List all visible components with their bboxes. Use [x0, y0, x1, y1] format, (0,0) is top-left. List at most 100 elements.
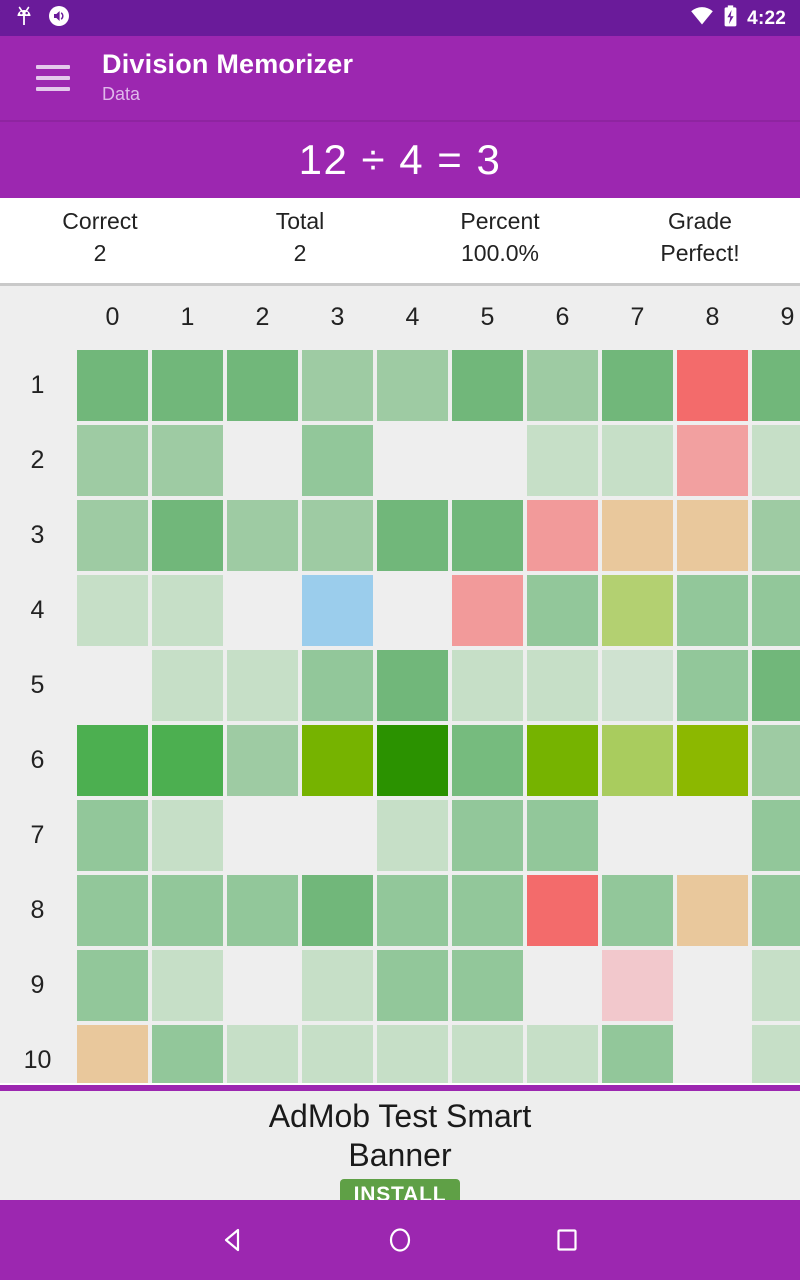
heatmap-cell[interactable]	[75, 873, 150, 948]
heatmap-cell[interactable]	[750, 573, 800, 648]
heatmap-cell[interactable]	[225, 423, 300, 498]
heatmap-cell[interactable]	[375, 798, 450, 873]
heatmap-cell[interactable]	[300, 948, 375, 1023]
heatmap-cell[interactable]	[75, 423, 150, 498]
heatmap-cell[interactable]	[750, 1023, 800, 1083]
heatmap-cell[interactable]	[600, 573, 675, 648]
heatmap-cell[interactable]	[75, 348, 150, 423]
heatmap-cell[interactable]	[675, 423, 750, 498]
heatmap-cell[interactable]	[675, 348, 750, 423]
heatmap-cell[interactable]	[750, 948, 800, 1023]
heatmap-cell[interactable]	[450, 423, 525, 498]
heatmap-cell[interactable]	[300, 573, 375, 648]
heatmap-cell[interactable]	[750, 348, 800, 423]
heatmap-cell[interactable]	[750, 423, 800, 498]
heatmap-cell[interactable]	[750, 798, 800, 873]
heatmap-cell[interactable]	[450, 948, 525, 1023]
heatmap-cell[interactable]	[75, 723, 150, 798]
heatmap-cell[interactable]	[450, 798, 525, 873]
heatmap-cell[interactable]	[750, 648, 800, 723]
heatmap-cell[interactable]	[150, 573, 225, 648]
heatmap-cell[interactable]	[525, 423, 600, 498]
heatmap-cell[interactable]	[375, 648, 450, 723]
heatmap-cell[interactable]	[225, 1023, 300, 1083]
heatmap-cell[interactable]	[675, 648, 750, 723]
heatmap-cell[interactable]	[525, 573, 600, 648]
heatmap-cell[interactable]	[300, 723, 375, 798]
heatmap-cell[interactable]	[750, 873, 800, 948]
heatmap-cell[interactable]	[450, 648, 525, 723]
heatmap-cell[interactable]	[150, 723, 225, 798]
heatmap-cell[interactable]	[375, 423, 450, 498]
heatmap-cell[interactable]	[525, 1023, 600, 1083]
heatmap-cell[interactable]	[675, 1023, 750, 1083]
heatmap-cell[interactable]	[300, 873, 375, 948]
heatmap-cell[interactable]	[150, 498, 225, 573]
heatmap-cell[interactable]	[600, 723, 675, 798]
heatmap-cell[interactable]	[600, 1023, 675, 1083]
heatmap-cell[interactable]	[300, 798, 375, 873]
heatmap-cell[interactable]	[525, 348, 600, 423]
heatmap-cell[interactable]	[600, 348, 675, 423]
heatmap-cell[interactable]	[675, 798, 750, 873]
heatmap-cell[interactable]	[150, 873, 225, 948]
heatmap-cell[interactable]	[750, 723, 800, 798]
heatmap-cell[interactable]	[150, 348, 225, 423]
heatmap-cell[interactable]	[150, 423, 225, 498]
heatmap-cell[interactable]	[525, 723, 600, 798]
heatmap-cell[interactable]	[450, 723, 525, 798]
heatmap-cell[interactable]	[75, 798, 150, 873]
heatmap-cell[interactable]	[675, 873, 750, 948]
back-triangle-icon[interactable]	[209, 1216, 257, 1264]
heatmap-cell[interactable]	[225, 723, 300, 798]
heatmap-cell[interactable]	[675, 498, 750, 573]
heatmap-cell[interactable]	[525, 798, 600, 873]
heatmap-cell[interactable]	[375, 948, 450, 1023]
heatmap-cell[interactable]	[375, 723, 450, 798]
heatmap-cell[interactable]	[300, 423, 375, 498]
heatmap-cell[interactable]	[525, 648, 600, 723]
heatmap-cell[interactable]	[150, 648, 225, 723]
heatmap-cell[interactable]	[300, 648, 375, 723]
heatmap-cell[interactable]	[150, 1023, 225, 1083]
heatmap-cell[interactable]	[600, 498, 675, 573]
heatmap-cell[interactable]	[225, 798, 300, 873]
heatmap-cell[interactable]	[450, 573, 525, 648]
heatmap-cell[interactable]	[225, 348, 300, 423]
hamburger-menu-icon[interactable]	[36, 65, 70, 91]
heatmap-cell[interactable]	[450, 348, 525, 423]
heatmap-grid-area[interactable]: 0123456789 1 2 3 4 5 6 7 8 9 10	[0, 286, 800, 1083]
heatmap-cell[interactable]	[600, 798, 675, 873]
heatmap-cell[interactable]	[525, 873, 600, 948]
heatmap-cell[interactable]	[75, 1023, 150, 1083]
heatmap-cell[interactable]	[75, 573, 150, 648]
heatmap-cell[interactable]	[600, 873, 675, 948]
heatmap-cell[interactable]	[375, 498, 450, 573]
heatmap-cell[interactable]	[225, 873, 300, 948]
heatmap-cell[interactable]	[525, 948, 600, 1023]
heatmap-cell[interactable]	[225, 648, 300, 723]
heatmap-cell[interactable]	[600, 948, 675, 1023]
heatmap-cell[interactable]	[225, 573, 300, 648]
heatmap-cell[interactable]	[675, 948, 750, 1023]
heatmap-cell[interactable]	[225, 948, 300, 1023]
heatmap-cell[interactable]	[75, 948, 150, 1023]
heatmap-cell[interactable]	[525, 498, 600, 573]
heatmap-cell[interactable]	[300, 498, 375, 573]
heatmap-cell[interactable]	[675, 723, 750, 798]
heatmap-cell[interactable]	[375, 873, 450, 948]
heatmap-cell[interactable]	[225, 498, 300, 573]
heatmap-cell[interactable]	[600, 648, 675, 723]
heatmap-cell[interactable]	[450, 873, 525, 948]
heatmap-cell[interactable]	[600, 423, 675, 498]
heatmap-cell[interactable]	[675, 573, 750, 648]
heatmap-cell[interactable]	[150, 798, 225, 873]
recents-square-icon[interactable]	[543, 1216, 591, 1264]
heatmap-cell[interactable]	[450, 1023, 525, 1083]
heatmap-cell[interactable]	[75, 498, 150, 573]
heatmap-cell[interactable]	[375, 573, 450, 648]
heatmap-cell[interactable]	[450, 498, 525, 573]
heatmap-cell[interactable]	[375, 1023, 450, 1083]
heatmap-cell[interactable]	[300, 348, 375, 423]
ad-banner[interactable]: AdMob Test Smart Banner INSTALL	[0, 1085, 800, 1213]
